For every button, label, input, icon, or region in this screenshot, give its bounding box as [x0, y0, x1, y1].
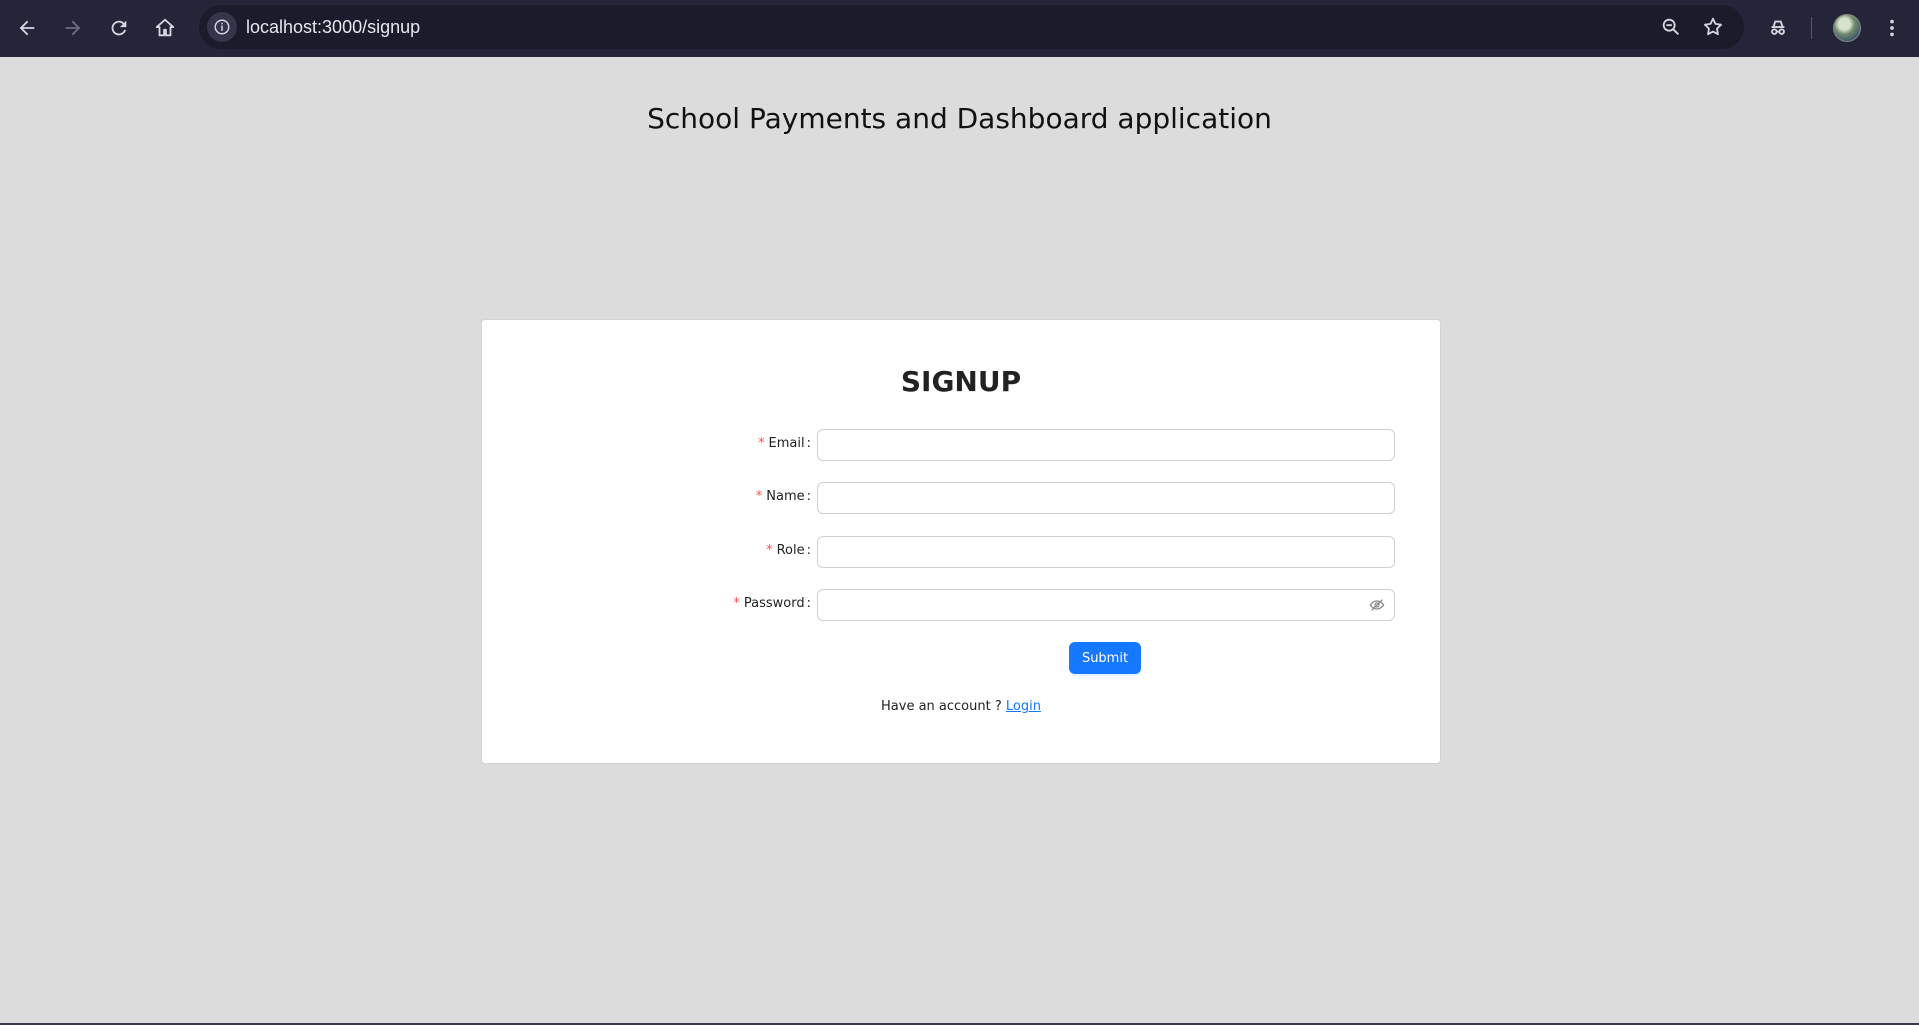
- have-account-text: Have an account ?: [881, 699, 1002, 714]
- menu-icon: [1890, 19, 1894, 37]
- required-mark: *: [733, 596, 740, 611]
- label-colon: :: [806, 489, 811, 504]
- reload-icon: [111, 20, 127, 36]
- email-label-text: Email: [768, 436, 805, 451]
- eye-invisible-icon: [1369, 599, 1385, 611]
- signup-card: SIGNUP * Email: * Name: * Role: * Password: …: [481, 319, 1441, 764]
- name-row: * Name:: [482, 482, 1440, 514]
- reload-button[interactable]: [101, 10, 137, 46]
- menu-button[interactable]: [1876, 12, 1908, 44]
- role-field[interactable]: [817, 536, 1395, 568]
- password-label: * Password:: [733, 596, 811, 611]
- role-label: * Role:: [766, 543, 811, 558]
- password-row: * Password:: [482, 589, 1440, 621]
- bookmark-button[interactable]: [1699, 13, 1727, 41]
- toolbar-divider: [1811, 17, 1812, 39]
- password-label-text: Password: [743, 596, 805, 611]
- name-label: * Name:: [756, 489, 811, 504]
- forward-button[interactable]: [55, 10, 91, 46]
- signup-heading: SIGNUP: [900, 365, 1022, 398]
- login-link[interactable]: Login: [1006, 699, 1041, 714]
- login-prompt: Have an account ? Login: [482, 699, 1440, 714]
- zoom-icon: [1662, 18, 1679, 35]
- name-field[interactable]: [817, 482, 1395, 514]
- zoom-button[interactable]: [1657, 13, 1685, 41]
- address-bar[interactable]: localhost:3000/signup: [199, 5, 1744, 49]
- required-mark: *: [755, 489, 763, 504]
- label-colon: :: [806, 543, 811, 558]
- incognito-icon: [1771, 20, 1785, 35]
- url-text[interactable]: localhost:3000/signup: [246, 17, 420, 37]
- page-title: School Payments and Dashboard applicatio…: [647, 102, 1272, 135]
- incognito-button[interactable]: [1762, 12, 1794, 44]
- name-label-text: Name: [766, 489, 805, 504]
- back-button[interactable]: [9, 10, 45, 46]
- bookmark-star-icon: [1704, 17, 1722, 36]
- browser-toolbar: localhost:3000/signup: [0, 0, 1919, 57]
- email-label: * Email:: [758, 436, 811, 451]
- label-colon: :: [806, 596, 811, 611]
- profile-avatar[interactable]: [1833, 14, 1861, 42]
- home-button[interactable]: [147, 10, 183, 46]
- site-info-button[interactable]: [207, 12, 237, 42]
- role-label-text: Role: [776, 543, 805, 558]
- email-row: * Email:: [482, 429, 1440, 461]
- site-info-icon: [214, 19, 230, 35]
- password-visibility-toggle[interactable]: [1368, 596, 1386, 614]
- required-mark: *: [766, 543, 773, 558]
- password-field[interactable]: [817, 589, 1395, 621]
- home-icon: [155, 18, 175, 37]
- back-icon: [19, 20, 35, 36]
- role-row: * Role:: [482, 536, 1440, 568]
- submit-button[interactable]: Submit: [1069, 642, 1141, 674]
- email-field[interactable]: [817, 429, 1395, 461]
- forward-icon: [65, 20, 81, 36]
- label-colon: :: [806, 436, 811, 451]
- required-mark: *: [758, 436, 765, 451]
